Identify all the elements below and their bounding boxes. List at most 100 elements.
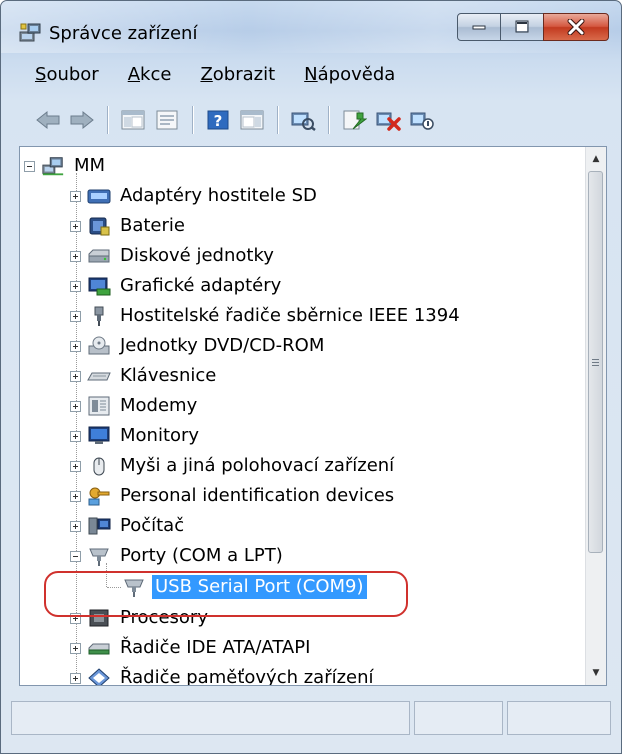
tree-item-sd-host-adapters[interactable]: Adaptéry hostitele SD xyxy=(70,181,320,211)
menu-help[interactable]: Nápověda xyxy=(304,64,395,85)
keyboard-icon xyxy=(87,365,111,387)
maximize-icon xyxy=(515,20,529,33)
collapse-icon[interactable] xyxy=(70,550,81,562)
tree-item-label: Monitory xyxy=(120,425,200,446)
expand-icon[interactable] xyxy=(70,460,81,472)
disable-device-icon xyxy=(410,112,434,130)
device-manager-icon xyxy=(19,21,41,43)
tree-item-label: Řadiče paměťových zařízení xyxy=(120,667,374,686)
svg-text:?: ? xyxy=(214,112,223,130)
help-button[interactable]: ? xyxy=(203,105,233,135)
toolbar-separator xyxy=(107,106,108,134)
tree-item-ieee1394-controllers[interactable]: Hostitelské řadiče sběrnice IEEE 1394 xyxy=(70,301,463,331)
tree-item-label: Diskové jednotky xyxy=(120,245,274,266)
tree-item-label: Adaptéry hostitele SD xyxy=(120,185,317,206)
expand-icon[interactable] xyxy=(70,310,81,322)
annotation-highlight-circle xyxy=(44,571,408,617)
expand-icon[interactable] xyxy=(70,340,81,352)
disable-device-button[interactable] xyxy=(407,105,437,135)
expand-icon[interactable] xyxy=(70,220,81,232)
action-pane-icon xyxy=(240,110,264,130)
minimize-icon xyxy=(472,25,486,30)
console-tree-icon xyxy=(121,110,145,130)
tree-item-monitors[interactable]: Monitory xyxy=(70,421,202,451)
tree-item-display-adapters[interactable]: Grafické adaptéry xyxy=(70,271,284,301)
collapse-icon[interactable] xyxy=(24,160,35,172)
scan-hardware-icon xyxy=(291,112,316,131)
tree-item-label: Personal identification devices xyxy=(120,485,395,506)
modem-icon xyxy=(87,395,111,417)
close-button[interactable] xyxy=(543,13,609,41)
expand-icon[interactable] xyxy=(70,190,81,202)
properties-icon xyxy=(156,110,178,130)
show-action-pane-button[interactable] xyxy=(237,105,267,135)
menu-view[interactable]: Zobrazit xyxy=(200,64,275,85)
tree-item-disk-drives[interactable]: Diskové jednotky xyxy=(70,241,277,271)
tree-item-label: Porty (COM a LPT) xyxy=(120,545,283,566)
title-bar[interactable]: Správce zařízení xyxy=(1,1,621,53)
tree-item-mice-and-pointing-devices[interactable]: Myši a jiná polohovací zařízení xyxy=(70,451,397,481)
tree-item-label: Baterie xyxy=(120,215,185,236)
status-pane xyxy=(507,701,611,735)
tree-root[interactable]: MM xyxy=(24,151,108,181)
storage-controller-icon xyxy=(87,667,111,685)
menu-action[interactable]: Akce xyxy=(128,64,172,85)
update-driver-button[interactable] xyxy=(339,105,369,135)
scrollbar-thumb[interactable] xyxy=(588,171,603,553)
scroll-up-icon[interactable]: ▲ xyxy=(586,149,606,169)
expand-icon[interactable] xyxy=(70,280,81,292)
expand-icon[interactable] xyxy=(70,250,81,262)
expand-icon[interactable] xyxy=(70,490,81,502)
tree-item-batteries[interactable]: Baterie xyxy=(70,211,188,241)
back-button[interactable] xyxy=(33,105,63,135)
dvd-drive-icon xyxy=(87,335,111,357)
tree-item-storage-controllers[interactable]: Řadiče paměťových zařízení xyxy=(70,663,377,686)
toolbar-separator xyxy=(277,106,278,134)
tree-item-keyboards[interactable]: Klávesnice xyxy=(70,361,219,391)
tree-item-modems[interactable]: Modemy xyxy=(70,391,200,421)
status-bar xyxy=(11,701,611,741)
tree-item-personal-identification-devices[interactable]: Personal identification devices xyxy=(70,481,397,511)
menu-bar: Soubor Akce Zobrazit Nápověda xyxy=(11,55,611,93)
expand-icon[interactable] xyxy=(70,672,81,684)
tree-item-dvd-cd-rom-drives[interactable]: Jednotky DVD/CD-ROM xyxy=(70,331,327,361)
sd-host-adapter-icon xyxy=(87,185,111,207)
tree-item-label: Grafické adaptéry xyxy=(120,275,282,296)
expand-icon[interactable] xyxy=(70,400,81,412)
tree-item-label: Hostitelské řadiče sběrnice IEEE 1394 xyxy=(120,305,460,326)
scroll-down-icon[interactable]: ▼ xyxy=(586,663,606,683)
expand-icon[interactable] xyxy=(70,430,81,442)
tree-item-label: Myši a jiná polohovací zařízení xyxy=(120,455,395,476)
status-pane xyxy=(11,701,410,735)
maximize-button[interactable] xyxy=(500,13,544,41)
expand-icon[interactable] xyxy=(70,642,81,654)
status-pane xyxy=(413,701,504,735)
computer-network-icon xyxy=(41,155,65,177)
tree-item-computer[interactable]: Počítač xyxy=(70,511,187,541)
expand-icon[interactable] xyxy=(70,370,81,382)
scan-hardware-button[interactable] xyxy=(288,105,318,135)
monitor-icon xyxy=(87,425,111,447)
close-icon xyxy=(567,19,585,35)
identification-device-icon xyxy=(87,485,111,507)
properties-button[interactable] xyxy=(152,105,182,135)
back-arrow-icon xyxy=(36,110,60,130)
tree-item-ide-ata-atapi-controllers[interactable]: Řadiče IDE ATA/ATAPI xyxy=(70,633,313,663)
tree-item-ports-com-lpt[interactable]: Porty (COM a LPT) xyxy=(70,541,286,571)
toolbar: ? xyxy=(11,96,611,144)
menu-file[interactable]: Soubor xyxy=(35,64,99,85)
tree-root-label: MM xyxy=(74,155,106,176)
uninstall-button[interactable] xyxy=(373,105,403,135)
port-icon xyxy=(87,545,111,567)
vertical-scrollbar[interactable]: ▲ ▼ xyxy=(585,147,606,685)
device-tree-pane[interactable]: MM Adaptéry hostitele SD Baterie Diskové… xyxy=(19,146,607,686)
minimize-button[interactable] xyxy=(457,13,501,41)
show-hide-console-tree-button[interactable] xyxy=(118,105,148,135)
tree-item-label: Řadiče IDE ATA/ATAPI xyxy=(120,637,311,658)
forward-button[interactable] xyxy=(67,105,97,135)
expand-icon[interactable] xyxy=(70,520,81,532)
scroll-grip-icon xyxy=(592,359,599,367)
ieee1394-controller-icon xyxy=(87,305,111,327)
toolbar-separator xyxy=(328,106,329,134)
battery-icon xyxy=(87,215,111,237)
